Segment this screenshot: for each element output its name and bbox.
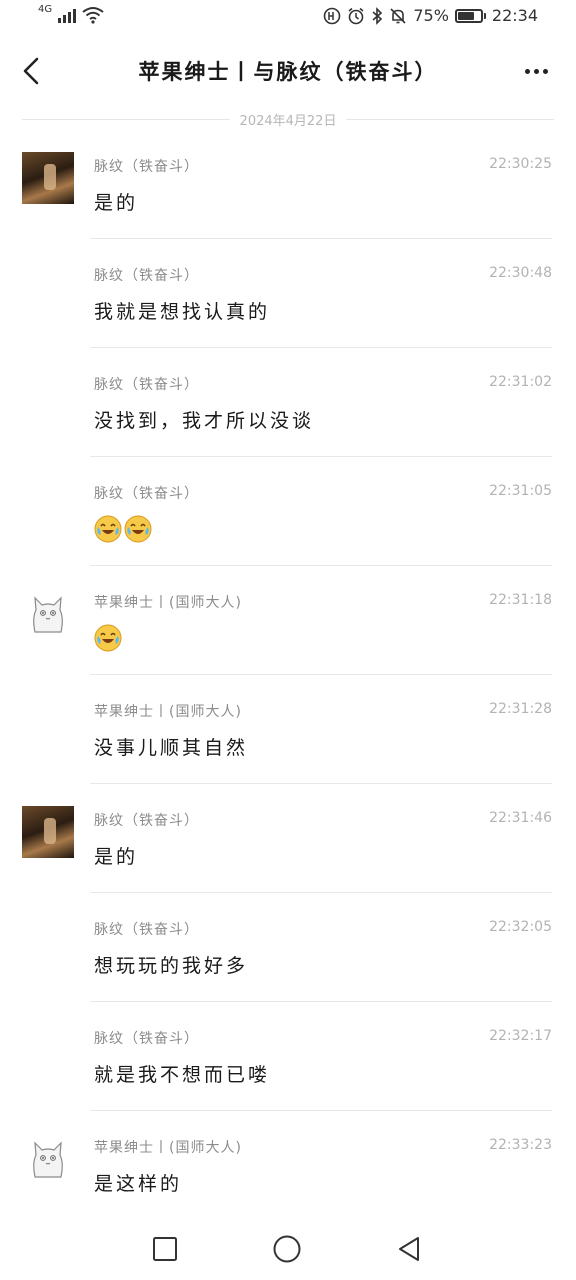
message-item[interactable]: 脉纹（铁奋斗） 22:32:17 就是我不想而已喽: [0, 1002, 576, 1111]
message-item[interactable]: 脉纹（铁奋斗） 22:31:02 没找到，我才所以没谈: [0, 348, 576, 457]
laugh-cry-emoji-icon: [124, 515, 152, 543]
system-nav-bar: [0, 1222, 576, 1280]
sender-name: 苹果绅士丨(国师大人): [94, 595, 242, 611]
message-time: 22:31:28: [489, 701, 552, 717]
home-icon: [273, 1235, 301, 1263]
message-time: 22:32:17: [489, 1028, 552, 1044]
message-item[interactable]: 脉纹（铁奋斗） 22:30:48 我就是想找认真的: [0, 239, 576, 348]
message-item[interactable]: 苹果绅士丨(国师大人) 22:33:23 是这样的: [0, 1111, 576, 1220]
cat-avatar-icon: [22, 588, 74, 640]
message-text[interactable]: 没找到，我才所以没谈: [94, 406, 314, 433]
message-text[interactable]: 想玩玩的我好多: [94, 951, 248, 978]
message-text[interactable]: 就是我不想而已喽: [94, 1060, 270, 1087]
page-title: 苹果绅士丨与脉纹（铁奋斗）: [138, 60, 438, 84]
sender-name: 苹果绅士丨(国师大人): [94, 704, 242, 720]
message-text[interactable]: 是的: [94, 842, 138, 869]
chat-header: 苹果绅士丨与脉纹（铁奋斗）: [0, 40, 576, 102]
message-time: 22:33:23: [489, 1137, 552, 1153]
message-text[interactable]: 是的: [94, 188, 138, 215]
message-emoji[interactable]: [94, 515, 154, 543]
message-text[interactable]: 是这样的: [94, 1169, 182, 1196]
home-button[interactable]: [272, 1234, 302, 1264]
avatar[interactable]: [22, 588, 74, 640]
more-dot: [542, 68, 548, 74]
more-dot: [533, 68, 539, 74]
cat-avatar-icon: [22, 1133, 74, 1185]
laugh-cry-emoji-icon: [94, 624, 122, 652]
battery-percent: 75%: [413, 6, 449, 25]
battery-icon: [454, 8, 486, 23]
hd-icon: [324, 7, 341, 24]
message-item[interactable]: 脉纹（铁奋斗） 22:31:46 是的: [0, 784, 576, 893]
message-time: 22:31:02: [489, 374, 552, 390]
signal-icon: [58, 7, 77, 23]
message-list[interactable]: 脉纹（铁奋斗） 22:30:25 是的 脉纹（铁奋斗） 22:30:48 我就是…: [0, 130, 576, 1220]
message-item[interactable]: 脉纹（铁奋斗） 22:30:25 是的: [0, 130, 576, 239]
message-item[interactable]: 苹果绅士丨(国师大人) 22:31:28 没事儿顺其自然: [0, 675, 576, 784]
back-button[interactable]: [14, 52, 48, 90]
divider: [22, 118, 230, 120]
sender-name: 脉纹（铁奋斗）: [94, 377, 199, 393]
message-text[interactable]: 我就是想找认真的: [94, 297, 270, 324]
chevron-left-icon: [23, 57, 39, 85]
wifi-icon: [82, 7, 104, 24]
back-triangle-icon: [399, 1237, 419, 1261]
sender-name: 脉纹（铁奋斗）: [94, 813, 199, 829]
avatar[interactable]: [22, 1133, 74, 1185]
message-time: 22:31:05: [489, 483, 552, 499]
bluetooth-icon: [372, 6, 383, 25]
sender-name: 苹果绅士丨(国师大人): [94, 1140, 242, 1156]
status-bar: 4G 75% 22:34: [0, 0, 576, 36]
sender-name: 脉纹（铁奋斗）: [94, 922, 199, 938]
date-label: 2024年4月22日: [239, 113, 337, 129]
more-dot: [524, 68, 530, 74]
avatar[interactable]: [22, 152, 74, 204]
clock: 22:34: [491, 6, 538, 25]
message-item[interactable]: 脉纹（铁奋斗） 22:31:05: [0, 457, 576, 566]
message-emoji[interactable]: [94, 624, 124, 652]
message-time: 22:30:48: [489, 265, 552, 281]
status-right: 75% 22:34: [323, 6, 538, 25]
sender-name: 脉纹（铁奋斗）: [94, 1031, 199, 1047]
message-time: 22:31:18: [489, 592, 552, 608]
network-type-label: 4G: [38, 3, 53, 15]
mute-icon: [390, 7, 406, 24]
alarm-icon: [348, 7, 364, 24]
recent-apps-icon: [153, 1237, 177, 1261]
status-left: 4G: [38, 3, 104, 24]
avatar[interactable]: [22, 806, 74, 858]
message-text[interactable]: 没事儿顺其自然: [94, 733, 248, 760]
system-back-button[interactable]: [394, 1234, 424, 1264]
sender-name: 脉纹（铁奋斗）: [94, 486, 199, 502]
sender-name: 脉纹（铁奋斗）: [94, 268, 199, 284]
more-button[interactable]: [516, 54, 556, 88]
divider: [346, 118, 554, 120]
recent-apps-button[interactable]: [150, 1234, 180, 1264]
laugh-cry-emoji-icon: [94, 515, 122, 543]
message-time: 22:30:25: [489, 156, 552, 172]
message-time: 22:31:46: [489, 810, 552, 826]
sender-name: 脉纹（铁奋斗）: [94, 159, 199, 175]
date-separator: 2024年4月22日: [22, 108, 554, 130]
message-item[interactable]: 苹果绅士丨(国师大人) 22:31:18: [0, 566, 576, 675]
message-item[interactable]: 脉纹（铁奋斗） 22:32:05 想玩玩的我好多: [0, 893, 576, 1002]
message-time: 22:32:05: [489, 919, 552, 935]
